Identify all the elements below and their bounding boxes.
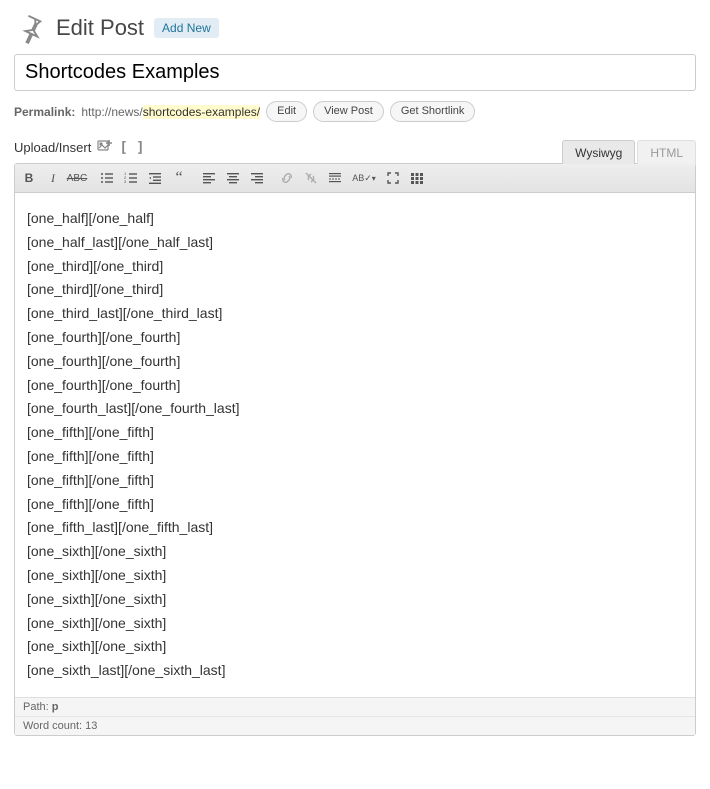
permalink-label: Permalink: [14,105,75,119]
content-line[interactable]: [one_fifth_last][/one_fifth_last] [27,516,683,540]
edit-permalink-button[interactable]: Edit [266,101,307,122]
page-title: Edit Post [56,15,144,41]
editor-toolbar: B I ABC 123 “ [15,164,695,193]
content-line[interactable]: [one_half][/one_half] [27,207,683,231]
get-shortlink-button[interactable]: Get Shortlink [390,101,476,122]
content-line[interactable]: [one_sixth][/one_sixth] [27,612,683,636]
svg-text:3: 3 [124,179,127,184]
align-center-button[interactable] [222,167,244,189]
content-line[interactable]: [one_sixth][/one_sixth] [27,540,683,564]
editor-content-area[interactable]: [one_half][/one_half][one_half_last][/on… [15,193,695,697]
shortcode-icon[interactable]: [ ] [119,140,144,156]
add-new-button[interactable]: Add New [154,18,219,38]
content-line[interactable]: [one_fifth][/one_fifth] [27,421,683,445]
content-line[interactable]: [one_third][/one_third] [27,255,683,279]
tab-html[interactable]: HTML [637,140,696,164]
content-line[interactable]: [one_fifth][/one_fifth] [27,493,683,517]
word-count: Word count: 13 [15,717,695,735]
tab-wysiwyg[interactable]: Wysiwyg [562,140,635,164]
content-line[interactable]: [one_fifth][/one_fifth] [27,445,683,469]
bold-button[interactable]: B [18,167,40,189]
blockquote-button[interactable]: “ [168,167,190,189]
content-line[interactable]: [one_third][/one_third] [27,278,683,302]
add-media-icon[interactable] [97,138,113,157]
thumbtack-icon [14,12,46,44]
italic-button[interactable]: I [42,167,64,189]
align-left-button[interactable] [198,167,220,189]
bullet-list-button[interactable] [96,167,118,189]
editor-path: Path: p [15,698,695,717]
content-line[interactable]: [one_fourth][/one_fourth] [27,326,683,350]
content-line[interactable]: [one_fifth][/one_fifth] [27,469,683,493]
outdent-button[interactable] [144,167,166,189]
content-line[interactable]: [one_half_last][/one_half_last] [27,231,683,255]
spellcheck-button[interactable]: AB✓▾ [348,167,380,189]
link-button[interactable] [276,167,298,189]
view-post-button[interactable]: View Post [313,101,384,122]
content-line[interactable]: [one_sixth][/one_sixth] [27,635,683,659]
kitchen-sink-button[interactable] [406,167,428,189]
unlink-button[interactable] [300,167,322,189]
permalink-base: http://news/ [81,105,142,119]
numbered-list-button[interactable]: 123 [120,167,142,189]
fullscreen-button[interactable] [382,167,404,189]
content-line[interactable]: [one_sixth][/one_sixth] [27,564,683,588]
post-title-input[interactable] [14,54,696,91]
content-line[interactable]: [one_fourth_last][/one_fourth_last] [27,397,683,421]
content-line[interactable]: [one_fourth][/one_fourth] [27,374,683,398]
align-right-button[interactable] [246,167,268,189]
content-line[interactable]: [one_third_last][/one_third_last] [27,302,683,326]
strikethrough-button[interactable]: ABC [66,167,88,189]
content-line[interactable]: [one_fourth][/one_fourth] [27,350,683,374]
permalink-url: http://news/shortcodes-examples/ [81,105,260,119]
content-line[interactable]: [one_sixth_last][/one_sixth_last] [27,659,683,683]
permalink-slug[interactable]: shortcodes-examples/ [143,105,260,119]
more-tag-button[interactable] [324,167,346,189]
upload-insert-label: Upload/Insert [14,140,91,155]
content-line[interactable]: [one_sixth][/one_sixth] [27,588,683,612]
